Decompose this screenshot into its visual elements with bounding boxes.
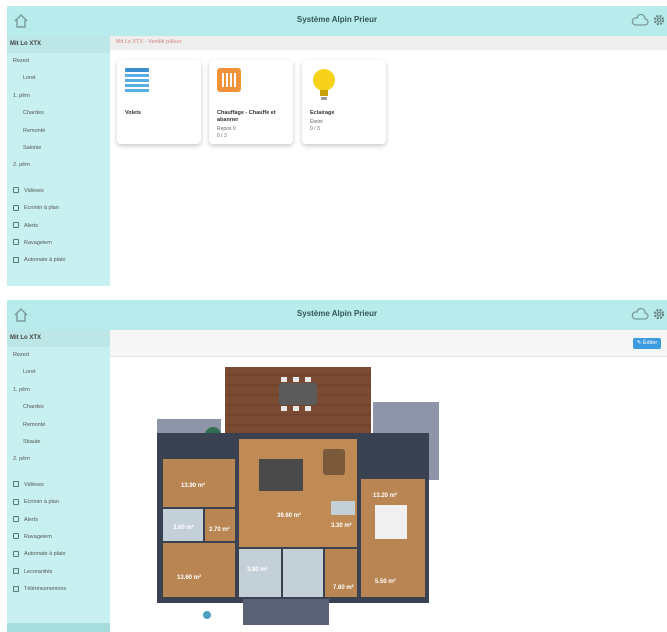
room-area-label: 3.60 m² [173, 524, 194, 531]
sidebar: Mit Lo XTX Rezed Loret 1. pêm Chardes Re… [7, 36, 110, 286]
sidebar-site-title[interactable]: Mit Lo XTX [7, 330, 110, 347]
device-card-lighting[interactable]: Eclairage Éteint 0 / 3 [302, 60, 386, 144]
sidebar-tool-label: Automate à plato [24, 257, 66, 264]
floorplan-screen: Système Alpin Prieur Mit Lo XTX Rezed Lo… [7, 300, 667, 632]
sidebar-item-room[interactable]: Chardes [7, 399, 110, 416]
calendar-icon [13, 498, 19, 505]
sidebar-collapse-bar[interactable] [7, 623, 110, 632]
list-icon [13, 568, 19, 575]
floorplan-toolbar: ✎ Éditer [110, 330, 667, 357]
sidebar-item-room[interactable]: Remonté [7, 123, 110, 140]
gear-icon [13, 187, 19, 194]
entrance [243, 599, 329, 625]
sidebar-tool-label: Ravageiem [24, 239, 52, 246]
sidebar-tool-label: Alerts [24, 516, 39, 523]
sidebar-tool-alerts[interactable]: Alerts [7, 512, 110, 529]
gear-icon[interactable] [652, 307, 666, 321]
sidebar-tool-label: Vidéoes [24, 187, 44, 194]
sidebar-item-room[interactable]: Chardes [7, 105, 110, 122]
grid-icon [13, 256, 19, 263]
room-bathroom-3 [283, 549, 323, 597]
room-area-label: 2.70 m² [209, 526, 230, 533]
sidebar-tool-telecontrol[interactable]: Télérésumenions [7, 581, 110, 598]
card-subtitle: Repos 0 [217, 126, 236, 132]
sidebar-tool-garage[interactable]: Ravageiem [7, 529, 110, 546]
cloud-icon[interactable] [631, 307, 649, 323]
sidebar-tool-label: Alerts [24, 222, 39, 229]
sidebar-tool-label: Vidéoes [24, 481, 44, 488]
app-title: Système Alpin Prieur [296, 15, 378, 24]
dashboard-screen: Système Alpin Prieur Mit Lo XTX Rezed Lo… [7, 6, 667, 286]
sidebar-tool-label: Ecrimin à plan [24, 499, 59, 506]
sidebar-tool-label: Ravageiem [24, 533, 52, 540]
sidebar-tool-videos[interactable]: Vidéoes [7, 477, 110, 494]
gear-icon [13, 481, 19, 488]
card-detail: 0 / 3 [217, 133, 227, 139]
sidebar-tool-scenes[interactable]: Ecrimin à plan [7, 494, 110, 511]
sidebar-item-floor[interactable]: 2. pêm [7, 157, 110, 174]
heating-icon [217, 68, 241, 92]
bulb-icon [313, 69, 335, 100]
grid-icon [13, 550, 19, 557]
top-bar: Système Alpin Prieur [7, 300, 667, 330]
sidebar-item-floor[interactable]: 1. pêm [7, 382, 110, 399]
sidebar-site-title[interactable]: Mit Lo XTX [7, 36, 110, 53]
sidebar-tool-videos[interactable]: Vidéoes [7, 183, 110, 200]
sidebar-item-floor[interactable]: 1. pêm [7, 88, 110, 105]
room-area-label: 5.50 m² [375, 578, 396, 585]
sidebar-item-floor[interactable]: Rezed [7, 347, 110, 364]
sidebar-tool-automation[interactable]: Automate à plato [7, 546, 110, 563]
device-card-heating[interactable]: Chauffage - Chauffe et abanner Repos 0 0… [209, 60, 293, 144]
sidebar-item-room[interactable]: Sbaute [7, 434, 110, 451]
top-bar: Système Alpin Prieur [7, 6, 667, 36]
room-bathroom-2 [239, 549, 281, 597]
app-title: Système Alpin Prieur [296, 309, 378, 318]
room-area-label: 13.90 m² [181, 482, 205, 489]
sidebar-item-floor[interactable]: Rezed [7, 53, 110, 70]
sidebar-item-room[interactable]: Loret [7, 70, 110, 87]
card-subtitle: Éteint [310, 119, 323, 125]
floorplan[interactable]: 13.90 m² 3.60 m² 2.70 m² 39.60 m² 3.30 m… [147, 367, 447, 625]
alert-icon [13, 222, 19, 229]
card-title: Volets [125, 110, 142, 116]
phone-icon [13, 585, 19, 592]
room-area-label: 39.60 m² [277, 512, 301, 519]
edit-button[interactable]: ✎ Éditer [633, 338, 661, 349]
breadcrumb-text[interactable]: Mit Lo XTX - Ventilé pâleur [116, 39, 181, 45]
card-title: Chauffage - Chauffe et abanner [217, 110, 276, 123]
gear-icon[interactable] [652, 13, 666, 27]
calendar-icon [13, 204, 19, 211]
card-title: Eclairage [310, 110, 335, 116]
room-area-label: 13.60 m² [177, 574, 201, 581]
sidebar-tool-scenes[interactable]: Ecrimin à plan [7, 200, 110, 217]
cloud-icon[interactable] [631, 13, 649, 29]
sidebar: Mit Lo XTX Rezed Loret 1. pêm Chardes Re… [7, 330, 110, 632]
room-wc-1 [205, 509, 235, 541]
car-icon [13, 533, 19, 540]
sidebar-tool-label: Télérésumenions [24, 586, 67, 593]
room-area-label: 13.20 m² [373, 492, 397, 499]
device-card-shutters[interactable]: Volets [117, 60, 201, 144]
room-area-label: 3.80 m² [247, 566, 268, 573]
sidebar-item-floor[interactable]: 2. pêm [7, 451, 110, 468]
sidebar-tool-history[interactable]: Lecoranités [7, 564, 110, 581]
sidebar-tool-label: Ecrimin à plan [24, 205, 59, 212]
sidebar-item-room[interactable]: Remonté [7, 417, 110, 434]
sidebar-item-room[interactable]: Loret [7, 364, 110, 381]
sidebar-tool-garage[interactable]: Ravageiem [7, 235, 110, 252]
alert-icon [13, 516, 19, 523]
sidebar-item-room[interactable]: Salonie [7, 140, 110, 157]
car-icon [13, 239, 19, 246]
room-area-label: 7.60 m² [333, 584, 354, 591]
room-bedroom-2 [163, 543, 235, 597]
card-detail: 0 / 3 [310, 126, 320, 132]
room-area-label: 3.30 m² [331, 522, 352, 529]
breadcrumb: Mit Lo XTX - Ventilé pâleur [110, 36, 667, 50]
sidebar-tool-label: Automate à plato [24, 551, 66, 558]
sidebar-tool-alerts[interactable]: Alerts [7, 218, 110, 235]
sidebar-tool-automation[interactable]: Automate à plato [7, 252, 110, 269]
terrace-table [279, 383, 317, 405]
shutter-icon [125, 68, 149, 92]
sidebar-tool-label: Lecoranités [24, 568, 53, 575]
